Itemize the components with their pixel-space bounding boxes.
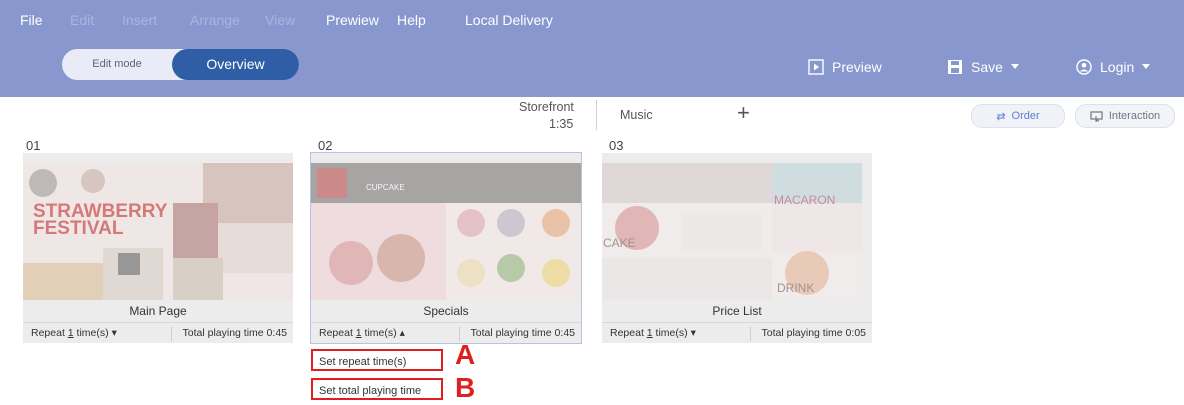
slide-footer: Repeat 1 time(s) ▾ Total playing time 0:… — [23, 322, 293, 344]
macaron-title: MACARON — [774, 193, 836, 207]
cake-title: CAKE — [603, 236, 636, 250]
chevron-down-icon: ▾ — [690, 327, 696, 339]
repeat-dropdown[interactable]: Repeat 1 time(s) ▾ — [610, 327, 696, 339]
swap-icon: ⇄ — [996, 110, 1006, 123]
menu-preview[interactable]: Prewiew — [326, 12, 379, 28]
slide-name: Main Page — [129, 304, 187, 318]
slide-number: 03 — [609, 138, 624, 153]
footer-divider — [750, 326, 751, 341]
menu-edit[interactable]: Edit — [70, 12, 94, 28]
storefront-time: 1:35 — [549, 117, 574, 131]
repeat-label: Repeat — [31, 327, 65, 339]
menu-file[interactable]: File — [20, 12, 43, 28]
repeat-unit: time(s) — [76, 327, 109, 339]
login-button[interactable]: Login — [1076, 55, 1151, 79]
chevron-down-icon: ▾ — [111, 327, 117, 339]
strawberry-festival-title: STRAWBERRY FESTIVAL — [33, 201, 168, 239]
menu-insert[interactable]: Insert — [122, 12, 157, 28]
repeat-unit: time(s) — [655, 327, 688, 339]
repeat-label: Repeat — [319, 327, 353, 339]
top-bar: File Edit Insert Arrange View Prewiew He… — [0, 0, 1184, 97]
chevron-down-icon — [1010, 64, 1019, 69]
repeat-count[interactable]: 1 — [68, 327, 74, 339]
save-label: Save — [971, 59, 1003, 75]
slide-number: 02 — [318, 138, 333, 153]
set-total-playing-time-option[interactable]: Set total playing time — [311, 378, 443, 400]
save-button[interactable]: Save — [947, 55, 1019, 79]
total-playing-time: Total playing time 0:45 — [182, 327, 287, 339]
repeat-dropdown[interactable]: Repeat 1 time(s) ▾ — [31, 327, 117, 339]
menu-arrange[interactable]: Arrange — [190, 12, 240, 28]
storefront-label: Storefront — [519, 100, 574, 114]
repeat-unit: time(s) — [364, 327, 397, 339]
chevron-up-icon: ▴ — [399, 327, 405, 339]
slide-card-specials[interactable]: CUPCAKE Specials Repeat 1 time(s) ▴ Tota… — [311, 153, 581, 343]
mode-toggle[interactable]: Edit mode Overview — [62, 49, 299, 80]
set-repeat-time-option[interactable]: Set repeat time(s) — [311, 349, 443, 371]
user-icon — [1076, 59, 1092, 75]
order-button[interactable]: ⇄ Order — [971, 104, 1065, 128]
footer-divider — [171, 326, 172, 341]
slide-footer: Repeat 1 time(s) ▾ Total playing time 0:… — [602, 322, 872, 344]
slide-thumbnail: CAKE MACARON DRINK — [602, 163, 872, 300]
music-label[interactable]: Music — [620, 108, 653, 122]
interaction-button[interactable]: Interaction — [1075, 104, 1175, 128]
slide-thumbnail: STRAWBERRY FESTIVAL — [23, 163, 293, 300]
chevron-down-icon — [1142, 64, 1151, 69]
login-label: Login — [1100, 59, 1135, 75]
edit-mode-button[interactable]: Edit mode — [62, 49, 172, 80]
slide-number: 01 — [26, 138, 41, 153]
repeat-dropdown[interactable]: Repeat 1 time(s) ▴ — [319, 327, 405, 339]
cupcake-thumbnail — [311, 163, 581, 300]
overview-mode-button[interactable]: Overview — [172, 49, 299, 80]
price-list-thumbnail — [602, 163, 862, 300]
menu-view[interactable]: View — [265, 12, 295, 28]
preview-button[interactable]: Preview — [808, 55, 882, 79]
repeat-count[interactable]: 1 — [356, 327, 362, 339]
add-music-icon[interactable]: + — [737, 101, 750, 125]
cupcake-title: CUPCAKE — [366, 183, 405, 192]
preview-label: Preview — [832, 59, 882, 75]
slide-card-main-page[interactable]: STRAWBERRY FESTIVAL Main Page Repeat 1 t… — [23, 153, 293, 343]
slide-thumbnail: CUPCAKE — [311, 163, 581, 300]
menu-local-delivery[interactable]: Local Delivery — [465, 12, 553, 28]
drink-title: DRINK — [777, 281, 815, 295]
save-icon — [948, 60, 962, 74]
repeat-label: Repeat — [610, 327, 644, 339]
slide-name: Price List — [712, 304, 762, 318]
interaction-label: Interaction — [1108, 110, 1161, 122]
slide-card-price-list[interactable]: CAKE MACARON DRINK Price List Repeat 1 t… — [602, 153, 872, 343]
menu-help[interactable]: Help — [397, 12, 426, 28]
timeline-divider — [596, 100, 597, 130]
slide-footer: Repeat 1 time(s) ▴ Total playing time 0:… — [311, 322, 581, 344]
interaction-icon — [1090, 110, 1103, 122]
callout-b: B — [455, 372, 476, 403]
total-playing-time: Total playing time 0:05 — [761, 327, 866, 339]
slide-name: Specials — [423, 304, 469, 318]
callout-a: A — [455, 339, 476, 370]
total-playing-time: Total playing time 0:45 — [470, 327, 575, 339]
order-label: Order — [1011, 110, 1040, 122]
play-icon — [808, 59, 824, 75]
repeat-count[interactable]: 1 — [647, 327, 653, 339]
